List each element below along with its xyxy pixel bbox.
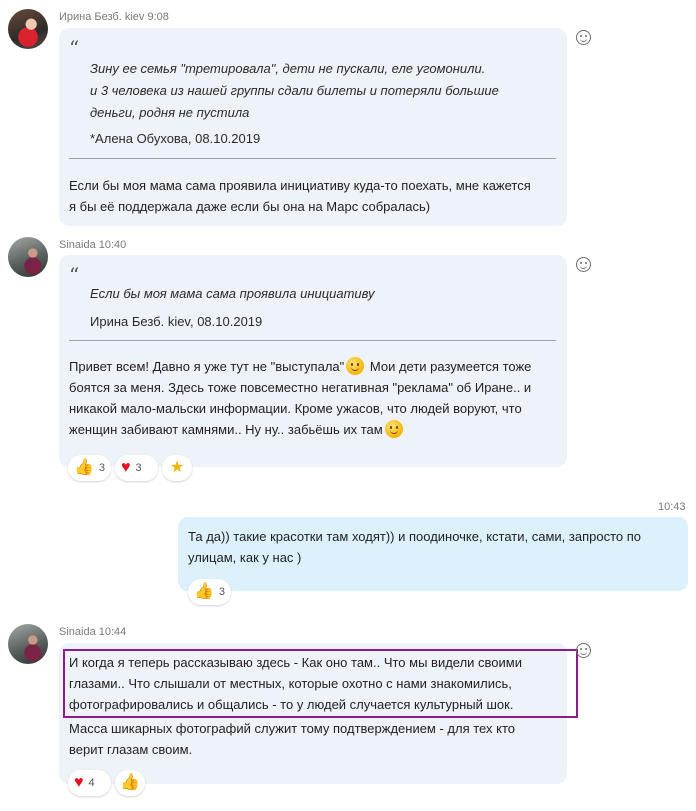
thumbs-up-icon: 👍 — [120, 774, 140, 791]
message-meta: Sinaida 10:40 — [59, 239, 126, 251]
message-bubble-3[interactable]: Та да)) такие красотки там ходят)) и поо… — [178, 517, 688, 591]
reaction-star[interactable]: ★ — [162, 455, 192, 481]
reaction-count: 3 — [135, 462, 142, 474]
reaction-thumbs-up[interactable]: 👍 3 — [188, 579, 231, 605]
reaction-heart[interactable]: ♥ 3 — [115, 455, 158, 481]
sender-name: Sinaida — [59, 626, 96, 638]
quote-icon: “ — [69, 263, 80, 287]
quote-icon: “ — [69, 36, 80, 60]
heart-icon: ♥ — [74, 774, 84, 791]
reaction-count: 4 — [88, 777, 95, 789]
quote-author: Ирина Безб. kiev, 08.10.2019 — [90, 314, 263, 329]
text-selection-highlight — [63, 649, 578, 718]
add-reaction-icon[interactable] — [576, 643, 591, 658]
message-bubble-1[interactable]: “ Зину ее семья "третировала", дети не п… — [59, 28, 567, 226]
add-reaction-icon[interactable] — [576, 257, 591, 272]
message-text: Если бы моя мама сама проявила инициатив… — [69, 178, 531, 214]
avatar-irina[interactable] — [8, 9, 48, 49]
reaction-thumbs-up[interactable]: 👍 3 — [68, 455, 111, 481]
add-reaction-icon[interactable] — [576, 30, 591, 45]
thumbs-up-icon: 👍 — [194, 583, 214, 600]
smiley-emoji-icon — [346, 357, 365, 375]
message-bubble-2[interactable]: “ Если бы моя мама сама проявила инициат… — [59, 255, 567, 467]
message-time: 10:43 — [658, 501, 686, 513]
message-meta: Ирина Безб. kiev 9:08 — [59, 11, 169, 23]
star-icon: ★ — [169, 459, 185, 476]
message-meta: Sinaida 10:44 — [59, 626, 126, 638]
message-time: 9:08 — [147, 11, 169, 23]
message-time: 10:44 — [98, 626, 127, 638]
quote-author: *Алена Обухова, 08.10.2019 — [90, 131, 261, 146]
sender-name: Ирина Безб. kiev — [59, 11, 145, 23]
reaction-count: 3 — [98, 462, 106, 474]
quote-divider — [69, 158, 556, 159]
smiley-emoji-icon — [384, 420, 403, 438]
thumbs-up-icon: 👍 — [74, 459, 94, 476]
message-text: Та да)) такие красотки там ходят)) и поо… — [188, 529, 642, 565]
reaction-thumbs-up[interactable]: 👍 — [115, 770, 145, 796]
avatar-sinaida[interactable] — [8, 237, 48, 277]
quote-text: Зину ее семья "третировала", дети не пус… — [90, 61, 499, 120]
message-text: Привет всем! Давно я уже тут не "выступа… — [69, 357, 532, 438]
quote-divider — [69, 340, 556, 341]
avatar-sinaida[interactable] — [8, 624, 48, 664]
sender-name: Sinaida — [59, 239, 96, 251]
quote-text: Если бы моя мама сама проявила инициатив… — [90, 286, 375, 301]
reaction-count: 3 — [218, 586, 226, 598]
heart-icon: ♥ — [121, 459, 131, 476]
reaction-heart[interactable]: ♥ 4 — [68, 770, 111, 796]
message-time: 10:40 — [98, 239, 127, 251]
